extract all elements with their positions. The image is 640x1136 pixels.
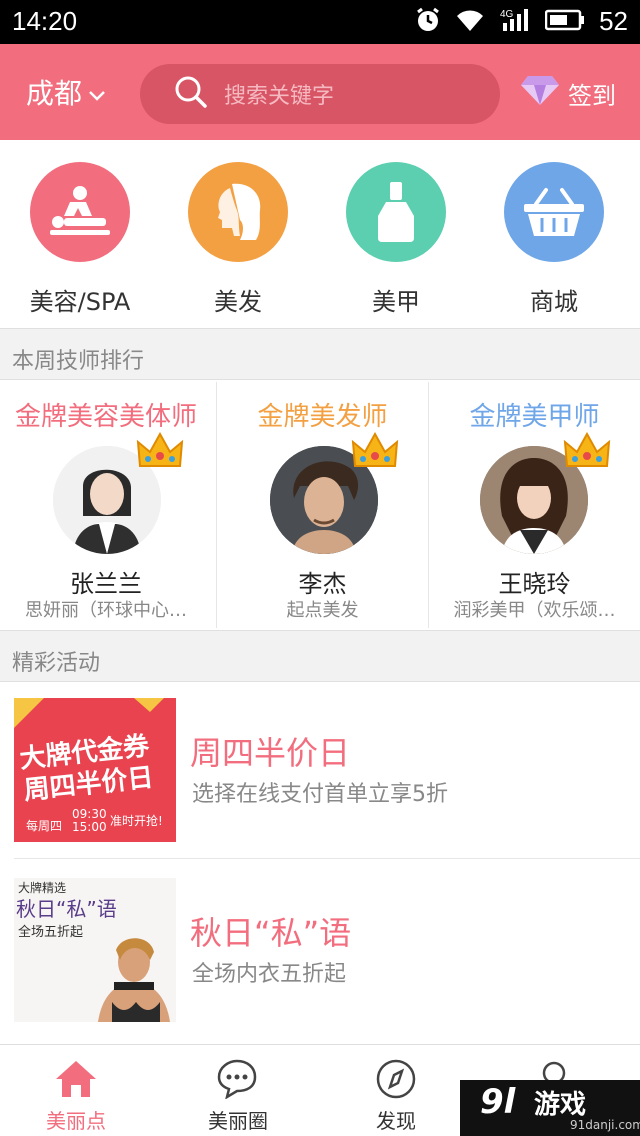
category-mall[interactable]: 商城 [494,162,614,317]
tab-discover[interactable]: 发现 [336,1059,456,1134]
status-time: 14:20 [12,6,78,36]
compass-icon [374,1059,418,1103]
activity-item[interactable]: 大牌代金券 周四半价日 每周四 09:30 15:00 准时开抢! 周四半价日 … [0,684,640,860]
home-icon [54,1061,98,1103]
section-header-technicians: 本周技师排行 [0,328,640,380]
watermark-text: 游戏 [534,1090,587,1120]
activity-banner: 大牌代金券 周四半价日 每周四 09:30 15:00 准时开抢! [14,698,176,842]
search-icon [174,75,208,113]
svg-text:大牌精选: 大牌精选 [18,881,66,895]
battery-icon [544,8,585,36]
svg-text:09:30: 09:30 [72,807,107,821]
chevron-down-icon [88,76,106,109]
category-spa[interactable]: 美容/SPA [20,162,140,317]
svg-text:每周四: 每周四 [26,818,62,833]
tab-circle[interactable]: 美丽圈 [178,1059,298,1134]
activity-item[interactable]: 大牌精选 秋日“私”语 全场五折起 秋日“私”语 全场内衣五折起 [0,864,640,1040]
watermark-logo: 9l 游戏 91danji.com [460,1080,640,1136]
search-input[interactable]: 搜索关键字 [140,64,500,124]
activity-title: 周四半价日 [190,734,351,772]
tab-label: 美丽圈 [208,1109,268,1133]
diamond-icon [520,74,560,112]
svg-text:秋日“私”语: 秋日“私”语 [16,897,117,921]
crown-icon [136,431,184,476]
technician-name: 李杰 [298,570,347,598]
wifi-icon [455,7,485,37]
category-label: 美发 [214,288,262,316]
category-label: 美容/SPA [29,288,131,316]
technician-shop: 思妍丽（环球中心… [25,600,187,621]
massage-icon [30,162,130,262]
nail-polish-icon [346,162,446,262]
tab-label: 发现 [376,1109,416,1133]
category-grid: 美容/SPA 美发 美甲 商城 [0,140,640,328]
svg-text:15:00: 15:00 [72,820,107,834]
svg-text:全场五折起: 全场五折起 [18,924,83,940]
watermark-url: 91danji.com [570,1118,640,1132]
technician-shop: 起点美发 [286,600,359,621]
city-selector[interactable]: 成都 [26,72,106,112]
section-title: 本周技师排行 [12,349,145,374]
svg-text:4G: 4G [500,9,514,20]
activity-banner: 大牌精选 秋日“私”语 全场五折起 [14,878,176,1022]
svg-text:准时开抢!: 准时开抢! [110,813,163,828]
signal-icon: 4G [499,7,531,37]
technician-name: 张兰兰 [70,570,142,598]
activity-list: 大牌代金券 周四半价日 每周四 09:30 15:00 准时开抢! 周四半价日 … [0,684,640,1044]
technician-shop: 润彩美甲（欢乐颂… [453,600,616,621]
hair-icon [188,162,288,262]
signin-label: 签到 [568,81,616,110]
category-hair[interactable]: 美发 [178,162,298,317]
app-header: 成都 搜索关键字 签到 [0,44,640,140]
battery-level: 52 [599,6,628,36]
category-label: 商城 [530,288,578,316]
crown-icon [351,431,399,476]
activity-title: 秋日“私”语 [190,914,352,952]
category-label: 美甲 [372,288,420,316]
technician-title: 金牌美容美体师 [14,402,197,432]
signin-button[interactable]: 签到 [520,74,616,112]
shopping-basket-icon [504,162,604,262]
technician-title: 金牌美发师 [257,402,388,432]
search-placeholder: 搜索关键字 [224,84,335,109]
city-label: 成都 [26,77,83,110]
technician-card[interactable]: 金牌美发师 李杰 起点美发 [216,382,428,628]
technician-title: 金牌美甲师 [469,402,600,432]
alarm-icon [415,7,441,37]
tab-label: 美丽点 [46,1109,106,1133]
watermark-mark: 9l [480,1082,516,1122]
section-header-activities: 精彩活动 [0,630,640,682]
technician-name: 王晓玲 [498,570,571,598]
chat-icon [215,1059,261,1103]
category-nail[interactable]: 美甲 [336,162,456,317]
divider [14,858,640,859]
technician-card[interactable]: 金牌美容美体师 张兰兰 思妍丽（环球中心… [0,382,212,628]
activity-subtitle: 选择在线支付首单立享5折 [192,782,448,807]
technician-ranking: 金牌美容美体师 张兰兰 思妍丽（环球中心… 金牌美发师 李杰 起点美发 金牌美甲… [0,382,640,628]
crown-icon [563,431,611,476]
tab-home[interactable]: 美丽点 [16,1059,136,1134]
status-bar: 14:20 4G 52 [0,0,640,44]
technician-card[interactable]: 金牌美甲师 王晓玲 润彩美甲（欢乐颂… [428,382,640,628]
activity-subtitle: 全场内衣五折起 [192,962,347,987]
section-title: 精彩活动 [12,651,101,676]
